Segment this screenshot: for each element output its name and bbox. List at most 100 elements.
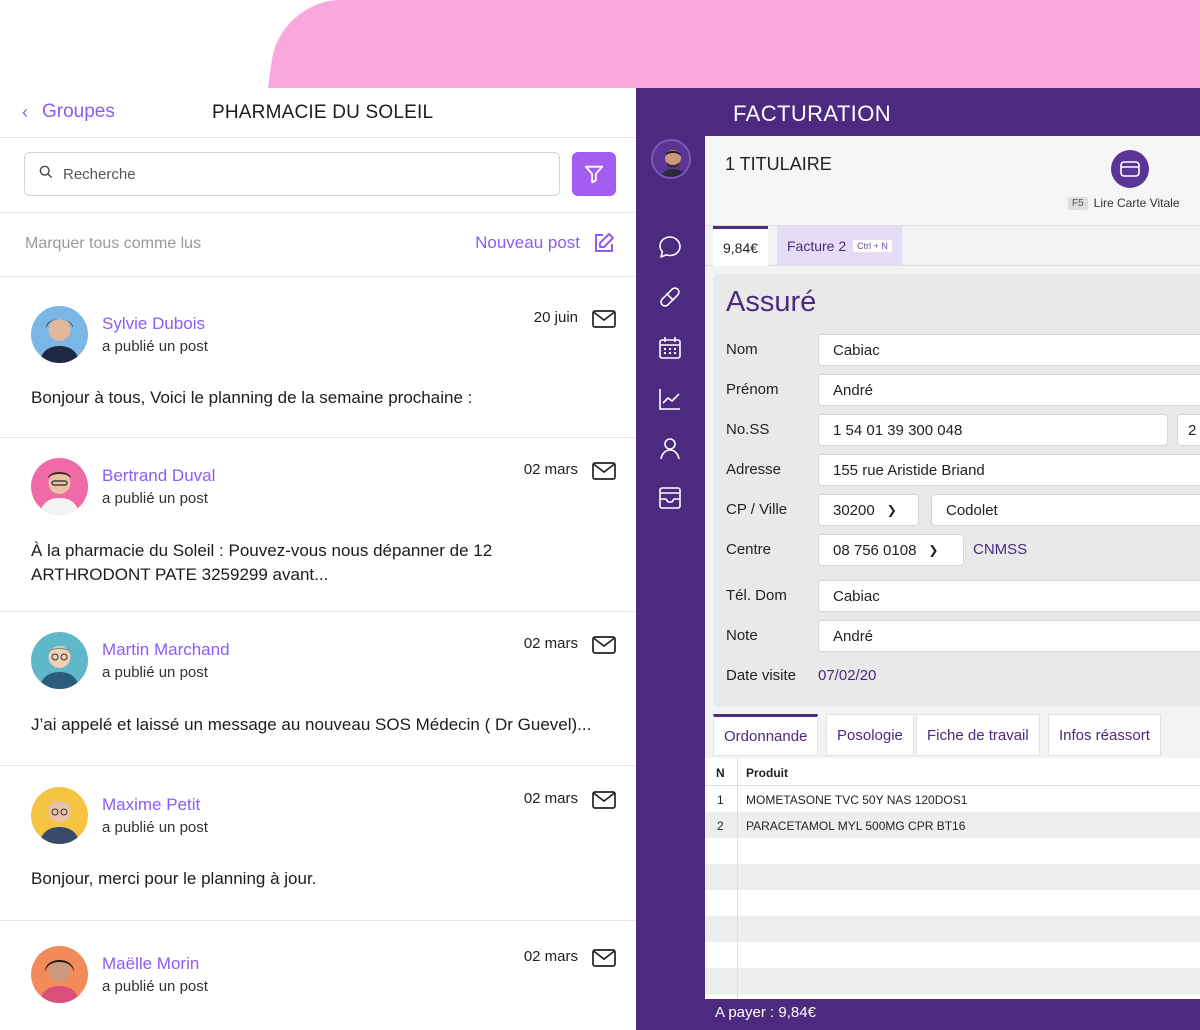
tab-invoice-1[interactable]: 9,84€ bbox=[713, 226, 769, 266]
insured-form: Assuré Nom Cabiac Prénom André No.SS 1 5… bbox=[713, 274, 1200, 707]
post-author[interactable]: Maëlle Morin bbox=[102, 954, 199, 974]
tel-label: Tél. Dom bbox=[726, 587, 787, 604]
cp-select[interactable]: 30200 ❯ bbox=[818, 494, 919, 526]
centre-org-link[interactable]: CNMSS bbox=[973, 541, 1027, 558]
col-produit-header: Produit bbox=[746, 766, 788, 780]
row-produit: MOMETASONE TVC 50Y NAS 120DOS1 bbox=[746, 793, 968, 807]
card-icon bbox=[1120, 161, 1140, 177]
mail-icon[interactable] bbox=[592, 310, 616, 328]
filter-button[interactable] bbox=[572, 152, 616, 196]
avatar-image bbox=[31, 458, 88, 515]
billing-panel: FACTURATION 1 TITULAIRE F5 Lire Carte Vi… bbox=[636, 88, 1200, 1030]
column-divider bbox=[737, 758, 738, 999]
tab-invoice-2[interactable]: Facture 2 Ctrl + N bbox=[777, 226, 902, 266]
post-author[interactable]: Bertrand Duval bbox=[102, 466, 215, 486]
avatar-image bbox=[31, 787, 88, 844]
user-icon[interactable] bbox=[657, 435, 683, 461]
date-visite-value[interactable]: 07/02/20 bbox=[818, 667, 876, 684]
table-header: N Produit bbox=[705, 758, 1200, 786]
search-input[interactable]: Recherche bbox=[24, 152, 560, 196]
adresse-field[interactable]: 155 rue Aristide Briand bbox=[818, 454, 1200, 486]
read-card-button[interactable] bbox=[1111, 150, 1149, 188]
post-item[interactable]: Maëlle Morin a publié un post 02 mars bbox=[0, 921, 636, 1030]
post-date: 02 mars bbox=[523, 790, 578, 807]
row-produit: PARACETAMOL MYL 500MG CPR BT16 bbox=[746, 819, 966, 833]
post-date: 20 juin bbox=[533, 309, 578, 326]
post-date: 02 mars bbox=[523, 948, 578, 965]
prescription-tabs: Ordonnande Posologie Fiche de travail In… bbox=[713, 714, 1200, 756]
ville-value: Codolet bbox=[946, 501, 998, 519]
post-author[interactable]: Maxime Petit bbox=[102, 795, 200, 815]
col-n-header: N bbox=[716, 766, 725, 780]
tab-fiche-travail[interactable]: Fiche de travail bbox=[916, 714, 1040, 756]
actions-row: Marquer tous comme lus Nouveau post bbox=[0, 213, 636, 277]
table-row-empty bbox=[705, 838, 1200, 864]
mail-icon[interactable] bbox=[592, 636, 616, 654]
billing-title: FACTURATION bbox=[733, 101, 891, 126]
new-post-button[interactable]: Nouveau post bbox=[475, 231, 616, 255]
pill-icon[interactable] bbox=[657, 284, 683, 310]
inbox-icon[interactable] bbox=[657, 485, 683, 511]
adresse-label: Adresse bbox=[726, 461, 782, 478]
avatar bbox=[31, 787, 88, 844]
groups-header: ‹ Groupes PHARMACIE DU SOLEIL bbox=[0, 88, 636, 138]
read-card-label: F5 Lire Carte Vitale bbox=[1068, 196, 1180, 210]
shortcut-key: Ctrl + N bbox=[853, 240, 892, 252]
avatar-image bbox=[653, 141, 689, 177]
user-avatar[interactable] bbox=[651, 139, 691, 179]
table-row-empty bbox=[705, 890, 1200, 916]
calendar-icon[interactable] bbox=[657, 335, 683, 361]
tab-ordonnance[interactable]: Ordonnande bbox=[713, 714, 819, 756]
invoice-tabs: 9,84€ Facture 2 Ctrl + N bbox=[705, 226, 1200, 266]
chevron-down-icon: ❯ bbox=[928, 543, 939, 557]
mail-icon[interactable] bbox=[592, 462, 616, 480]
post-text: Bonjour à tous, Voici le planning de la … bbox=[31, 388, 473, 407]
post-action: a publié un post bbox=[102, 338, 208, 355]
tab-posologie[interactable]: Posologie bbox=[826, 714, 914, 756]
nom-field[interactable]: Cabiac bbox=[818, 334, 1200, 366]
post-date: 02 mars bbox=[523, 461, 578, 478]
date-visite-label: Date visite bbox=[726, 667, 797, 684]
post-action: a publié un post bbox=[102, 819, 208, 836]
edit-icon bbox=[595, 233, 614, 252]
avatar bbox=[31, 946, 88, 1003]
post-author[interactable]: Martin Marchand bbox=[102, 640, 230, 660]
noss-label: No.SS bbox=[726, 421, 770, 438]
back-button[interactable]: ‹ Groupes bbox=[22, 101, 115, 123]
chat-icon[interactable] bbox=[657, 234, 683, 260]
search-placeholder: Recherche bbox=[63, 165, 136, 183]
mark-all-read-button[interactable]: Marquer tous comme lus bbox=[25, 235, 201, 253]
post-author[interactable]: Sylvie Dubois bbox=[102, 314, 205, 334]
note-field[interactable]: André bbox=[818, 620, 1200, 652]
centre-select[interactable]: 08 756 0108 ❯ bbox=[818, 534, 964, 566]
post-action: a publié un post bbox=[102, 978, 208, 995]
prenom-field[interactable]: André bbox=[818, 374, 1200, 406]
back-label: Groupes bbox=[42, 101, 115, 122]
post-item[interactable]: Bertrand Duval a publié un post 02 mars … bbox=[0, 438, 636, 612]
post-item[interactable]: Sylvie Dubois a publié un post 20 juin B… bbox=[0, 277, 636, 438]
read-card-text: Lire Carte Vitale bbox=[1093, 196, 1180, 210]
avatar bbox=[31, 306, 88, 363]
avatar bbox=[31, 458, 88, 515]
post-item[interactable]: Martin Marchand a publié un post 02 mars… bbox=[0, 612, 636, 766]
avatar-image bbox=[31, 306, 88, 363]
post-text: Bonjour, merci pour le planning à jour. bbox=[31, 869, 317, 888]
table-row-empty bbox=[705, 942, 1200, 968]
noss-key-field[interactable]: 2 bbox=[1177, 414, 1200, 446]
noss-field[interactable]: 1 54 01 39 300 048 bbox=[818, 414, 1168, 446]
post-item[interactable]: Maxime Petit a publié un post 02 mars Bo… bbox=[0, 766, 636, 921]
avatar-image bbox=[31, 946, 88, 1003]
chevron-left-icon: ‹ bbox=[22, 101, 28, 122]
filter-icon bbox=[584, 165, 604, 184]
prenom-label: Prénom bbox=[726, 381, 779, 398]
mail-icon[interactable] bbox=[592, 949, 616, 967]
tab-infos-reassort[interactable]: Infos réassort bbox=[1048, 714, 1161, 756]
centre-value: 08 756 0108 bbox=[833, 541, 917, 559]
centre-label: Centre bbox=[726, 541, 772, 558]
table-row[interactable]: 2 PARACETAMOL MYL 500MG CPR BT16 bbox=[705, 812, 1200, 838]
tel-field[interactable]: Cabiac bbox=[818, 580, 1200, 612]
table-row[interactable]: 1 MOMETASONE TVC 50Y NAS 120DOS1 bbox=[705, 786, 1200, 812]
chart-icon[interactable] bbox=[657, 386, 683, 412]
mail-icon[interactable] bbox=[592, 791, 616, 809]
ville-select[interactable]: Codolet bbox=[931, 494, 1200, 526]
